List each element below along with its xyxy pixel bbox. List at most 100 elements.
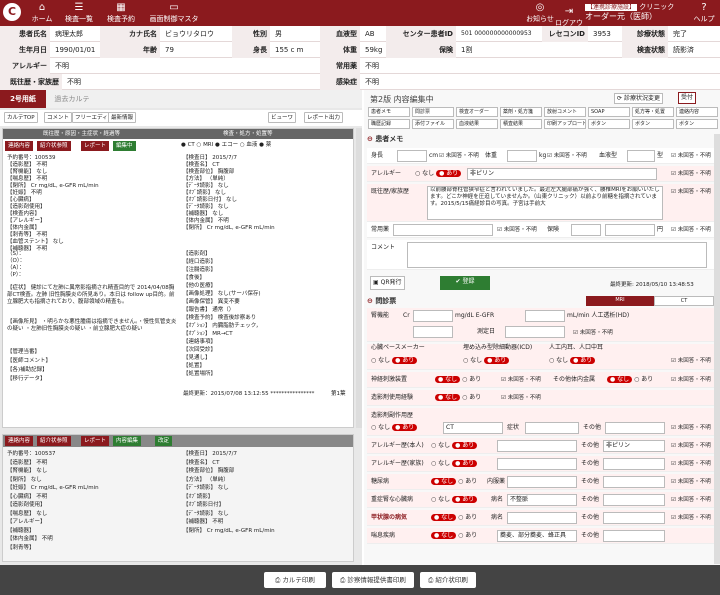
toolbar-button[interactable]: 検査オーダー bbox=[456, 107, 498, 117]
contact-button[interactable]: 連絡内容 bbox=[5, 141, 34, 151]
toolbar-button[interactable]: ボタン bbox=[632, 119, 674, 129]
history-textarea[interactable]: 以前腰部脊柱管狭窄症と言われていました。最近左大腿部痛が強く、腰椎MRIをお願い… bbox=[427, 186, 663, 220]
diabetes-other[interactable] bbox=[603, 476, 665, 488]
cr-input[interactable] bbox=[413, 310, 453, 322]
allergy-self-unknown[interactable]: ☑ 未回答・不明 bbox=[671, 441, 711, 451]
blood-unknown-check[interactable]: ☑ 未回答・不明 bbox=[671, 151, 711, 161]
toolbar-button[interactable]: 印刷アップロード bbox=[544, 119, 586, 129]
allergy-input[interactable]: 非ピリン bbox=[467, 168, 657, 180]
side-unknown-check[interactable]: ☑ 未回答・不明 bbox=[671, 423, 711, 433]
toolbar-button[interactable]: 放射コメント bbox=[544, 107, 586, 117]
symptom-select[interactable] bbox=[525, 422, 579, 434]
toolbar-button[interactable]: SOAP bbox=[588, 107, 630, 117]
toolbar-button[interactable]: 積査結果 bbox=[500, 119, 542, 129]
allergy-self-other[interactable]: 非ピリン bbox=[603, 440, 665, 452]
allergy-fam-select[interactable] bbox=[497, 458, 577, 470]
print-karte-button[interactable]: ⎙ カルテ印刷 bbox=[264, 572, 326, 588]
height-input[interactable] bbox=[397, 150, 427, 162]
edit-scrollbar[interactable] bbox=[714, 134, 720, 564]
toolbar-button[interactable]: 職歴記録 bbox=[368, 119, 410, 129]
test-date-input[interactable] bbox=[505, 326, 565, 338]
ct-select[interactable]: CT bbox=[443, 422, 503, 434]
device-unknown-check[interactable]: ☑ 未回答・不明 bbox=[671, 356, 711, 366]
modality-filters[interactable]: ● CT ○ MRI ● エコー ○ 血液 ● 薬 bbox=[181, 142, 271, 149]
toolbar-button[interactable]: 処方等・処置 bbox=[632, 107, 674, 117]
kidney-disease-input[interactable]: 不整脈 bbox=[507, 494, 577, 506]
allergy-unknown-check[interactable]: ☑ 未回答・不明 bbox=[671, 169, 711, 179]
help-button[interactable]: ? ヘルプ bbox=[690, 2, 718, 24]
comment-button[interactable]: コメント bbox=[44, 112, 73, 123]
toolbar-button[interactable]: 問診票 bbox=[412, 107, 454, 117]
revise-button[interactable]: 改定 bbox=[155, 436, 173, 446]
print-referral-button[interactable]: ⎙ 紹介状印刷 bbox=[420, 572, 476, 588]
side-radio[interactable]: ○ なし ● あり bbox=[371, 423, 418, 433]
comment-textarea[interactable] bbox=[407, 242, 707, 268]
tab-past-karte[interactable]: 過去カルテ bbox=[48, 90, 96, 108]
status-change-button[interactable]: ⟳ 診療状況変更 bbox=[614, 93, 663, 104]
register-button[interactable]: ✔ 登録 bbox=[440, 276, 490, 290]
app-logo[interactable]: C bbox=[3, 3, 21, 21]
allergy-fam-other[interactable] bbox=[603, 458, 665, 470]
thyroid-disease-input[interactable] bbox=[507, 512, 577, 524]
accept-button[interactable]: 受付 bbox=[678, 92, 697, 104]
report-button[interactable]: レポート bbox=[81, 141, 110, 151]
renal-select[interactable] bbox=[413, 326, 453, 338]
toolbar-button[interactable]: 患者メモ bbox=[368, 107, 410, 117]
nav-exam-list[interactable]: ☰ 検査一覧 bbox=[62, 2, 96, 24]
diabetes-med-select[interactable] bbox=[507, 476, 577, 488]
editing-button[interactable]: 編集中 bbox=[113, 141, 136, 151]
toolbar-button[interactable]: 血液結果 bbox=[456, 119, 498, 129]
metal-radio[interactable]: ● なし ○ あり bbox=[607, 375, 653, 385]
nav-exam-reserve[interactable]: ▦ 検査予約 bbox=[104, 2, 138, 24]
report-button-2[interactable]: レポート bbox=[81, 436, 110, 446]
tab-ct[interactable]: CT bbox=[654, 296, 714, 306]
contrast-radio[interactable]: ● なし ○ あり bbox=[435, 393, 481, 403]
kidney-other[interactable] bbox=[603, 494, 665, 506]
allergy-fam-unknown[interactable]: ☑ 未回答・不明 bbox=[671, 459, 711, 469]
report-output-button[interactable]: レポート出力 bbox=[304, 112, 344, 123]
qr-issue-button[interactable]: ▣ QR発行 bbox=[370, 276, 405, 290]
asthma-input[interactable]: 蕎麦、部分蕎麦、蜂正具 bbox=[497, 530, 577, 542]
ear-radio[interactable]: ○ なし ● あり bbox=[549, 356, 596, 366]
asthma-radio[interactable]: ● なし ○ あり bbox=[431, 531, 477, 541]
nerve-radio[interactable]: ● なし ○ あり bbox=[435, 375, 481, 385]
scrollbar[interactable] bbox=[356, 128, 362, 428]
nerve-unknown-check[interactable]: ☑ 未回答・不明 bbox=[501, 375, 541, 385]
meds-unknown-check[interactable]: ☑ 未回答・不明 bbox=[497, 225, 537, 235]
pacemaker-radio[interactable]: ○ なし ● あり bbox=[371, 356, 418, 366]
kidney-unknown[interactable]: ☑ 未回答・不明 bbox=[671, 495, 711, 505]
notice-button[interactable]: ◎ お知らせ bbox=[525, 2, 555, 24]
asthma-other[interactable] bbox=[603, 530, 665, 542]
edit-content-button[interactable]: 内容編集 bbox=[113, 436, 142, 446]
thyroid-unknown[interactable]: ☑ 未回答・不明 bbox=[671, 513, 711, 523]
toolbar-button[interactable]: 連絡内容 bbox=[676, 107, 718, 117]
blood-input[interactable] bbox=[627, 150, 655, 162]
renal-unknown-check[interactable]: ☑ 未回答・不明 bbox=[573, 328, 613, 338]
print-info-button[interactable]: ⎙ 診察情報提供書印刷 bbox=[332, 572, 414, 588]
height-unknown-check[interactable]: ☑ 未回答・不明 bbox=[439, 151, 479, 161]
toolbar-button[interactable]: 添付ファイル bbox=[412, 119, 454, 129]
thyroid-other[interactable] bbox=[603, 512, 665, 524]
viewer-button[interactable]: ビューワ bbox=[268, 112, 297, 123]
contact-button-2[interactable]: 連絡内容 bbox=[5, 436, 34, 446]
metal-unknown-check[interactable]: ☑ 未回答・不明 bbox=[671, 375, 711, 385]
allergy-fam-radio[interactable]: ○ なし ● あり bbox=[431, 459, 478, 469]
egfr-input[interactable] bbox=[525, 310, 565, 322]
allergy-radio[interactable]: ○ なし ● あり bbox=[415, 169, 462, 179]
side-other-input[interactable] bbox=[605, 422, 665, 434]
tab-form2[interactable]: 2号用紙 bbox=[0, 90, 46, 108]
insurance-select[interactable] bbox=[571, 224, 601, 236]
allergy-self-select[interactable] bbox=[497, 440, 577, 452]
karte-top-button[interactable]: カルテTOP bbox=[4, 112, 38, 123]
history-unknown-check[interactable]: ☑ 未回答・不明 bbox=[671, 187, 711, 197]
diabetes-radio[interactable]: ● なし ○ あり bbox=[431, 477, 477, 487]
allergy-self-radio[interactable]: ○ なし ● あり bbox=[431, 441, 478, 451]
referral-button-2[interactable]: 紹介状参照 bbox=[37, 436, 71, 446]
nav-screen-master[interactable]: ▭ 画面制御マスタ bbox=[146, 2, 202, 24]
icd-radio[interactable]: ○ なし ● あり bbox=[463, 356, 510, 366]
toolbar-button[interactable]: ボタン bbox=[676, 119, 718, 129]
thyroid-radio[interactable]: ● なし ○ あり bbox=[431, 513, 477, 523]
referral-button[interactable]: 紹介状参照 bbox=[37, 141, 71, 151]
weight-unknown-check[interactable]: ☑ 未回答・不明 bbox=[547, 151, 587, 161]
weight-input[interactable] bbox=[507, 150, 537, 162]
